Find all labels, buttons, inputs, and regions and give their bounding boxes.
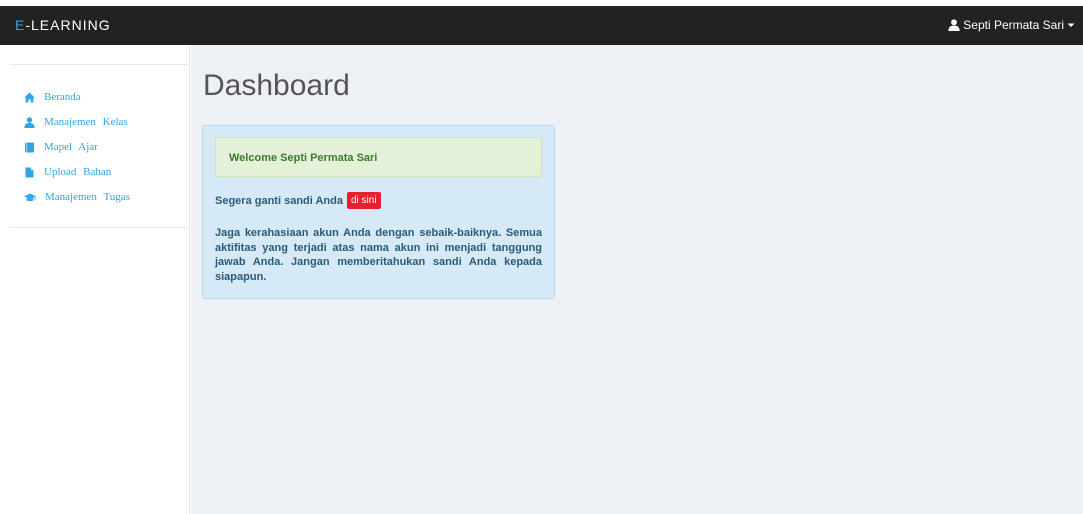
sidebar-item-label: Upload Bahan xyxy=(44,166,112,178)
sidebar-item-label: Mapel Ajar xyxy=(44,141,98,153)
sidebar-item-manajemen-tugas[interactable]: Manajemen Tugas xyxy=(24,188,130,206)
sidebar-divider-bottom xyxy=(10,227,188,228)
book-icon xyxy=(25,142,34,152)
sidebar-item-label: Manajemen Kelas xyxy=(44,116,128,128)
home-icon xyxy=(24,92,35,102)
main-content: Dashboard Welcome Septi Permata Sari Seg… xyxy=(191,45,1083,514)
user-icon xyxy=(948,19,960,31)
sidebar-item-label: Beranda xyxy=(44,91,81,103)
sidebar: Beranda Manajemen Kelas Mapel Ajar Uploa… xyxy=(0,45,190,514)
sidebar-item-beranda[interactable]: Beranda xyxy=(24,88,81,106)
graduation-cap-icon xyxy=(24,193,36,201)
user-icon xyxy=(24,116,35,128)
welcome-message: Welcome Septi Permata Sari xyxy=(229,152,378,164)
sidebar-item-mapel-ajar[interactable]: Mapel Ajar xyxy=(24,138,98,156)
caret-down-icon xyxy=(1067,23,1075,27)
user-menu-dropdown[interactable]: Septi Permata Sari xyxy=(948,17,1075,33)
sidebar-item-manajemen-kelas[interactable]: Manajemen Kelas xyxy=(24,113,128,131)
user-name: Septi Permata Sari xyxy=(963,18,1064,32)
file-icon xyxy=(25,167,34,177)
brand-suffix: -LEARNING xyxy=(25,17,111,33)
welcome-alert: Welcome Septi Permata Sari xyxy=(215,137,542,177)
change-password-line: Segera ganti sandi Anda di sini xyxy=(215,192,381,209)
sidebar-divider-top xyxy=(10,64,188,65)
change-password-prompt: Segera ganti sandi Anda xyxy=(215,194,343,207)
brand-logo[interactable]: E-LEARNING xyxy=(15,17,111,33)
sidebar-item-label: Manajemen Tugas xyxy=(45,191,130,203)
page-title: Dashboard xyxy=(203,69,350,102)
top-navbar: E-LEARNING Septi Permata Sari xyxy=(0,6,1083,45)
info-panel: Welcome Septi Permata Sari Segera ganti … xyxy=(202,125,555,299)
security-note: Jaga kerahasiaan akun Anda dengan sebaik… xyxy=(215,227,542,283)
change-password-link[interactable]: di sini xyxy=(346,192,381,209)
brand-prefix: E xyxy=(15,17,26,33)
sidebar-item-upload-bahan[interactable]: Upload Bahan xyxy=(24,163,111,181)
